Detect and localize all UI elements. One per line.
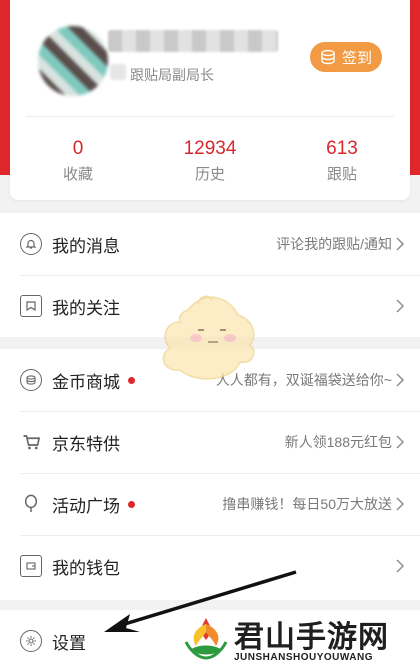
coin-stack-icon	[20, 369, 42, 391]
wallet-icon	[20, 555, 42, 577]
chevron-right-icon	[396, 559, 404, 573]
gear-icon	[20, 630, 42, 652]
divider	[26, 116, 394, 117]
coin-stack-icon	[321, 49, 335, 65]
menu-item-hint: 评论我的跟贴/通知	[276, 236, 392, 252]
avatar[interactable]	[38, 26, 108, 96]
watermark-logo-icon	[184, 618, 228, 660]
menu-item-events[interactable]: 活动广场 撸串赚钱！每日50万大放送	[0, 473, 420, 535]
mascot-illustration	[162, 295, 255, 380]
stat-value: 613	[326, 138, 358, 159]
menu-item-hint: 新人领188元红包	[284, 434, 392, 450]
stat-favorites[interactable]: 0 收藏	[18, 137, 138, 184]
menu-item-messages[interactable]: 我的消息 评论我的跟贴/通知	[0, 213, 420, 275]
watermark-subtitle: JUNSHANSHOUYOUWANG	[234, 652, 374, 663]
watermark-title: 君山手游网	[234, 620, 389, 655]
menu-item-label: 我的关注	[52, 298, 120, 318]
rank-badge-icon	[110, 64, 126, 80]
menu-item-jd[interactable]: 京东特供 新人领188元红包	[0, 411, 420, 473]
menu-item-label: 我的消息	[52, 236, 120, 256]
site-watermark: 君山手游网 JUNSHANSHOUYOUWANG	[176, 608, 420, 670]
menu-item-label: 活动广场	[52, 496, 120, 516]
chevron-right-icon	[396, 299, 404, 313]
notification-dot	[128, 376, 135, 384]
stat-history[interactable]: 12934 历史	[150, 137, 270, 184]
bookmark-flag-icon	[20, 295, 42, 317]
chevron-right-icon	[396, 237, 404, 251]
profile-card: 跟贴局副局长 签到 0 收藏 12934 历史 613 跟贴	[10, 0, 410, 200]
stat-label: 历史	[194, 166, 225, 183]
bell-icon	[20, 233, 42, 255]
stat-label: 跟贴	[326, 166, 357, 183]
notification-dot	[128, 500, 135, 508]
shopping-cart-icon	[20, 431, 42, 453]
menu-item-label: 金币商城	[52, 372, 120, 392]
user-title: 跟贴局副局长	[130, 67, 214, 83]
stat-value: 12934	[183, 138, 237, 159]
menu-item-label: 设置	[52, 633, 86, 653]
stat-label: 收藏	[62, 166, 93, 183]
checkin-label: 签到	[341, 49, 372, 67]
username-redacted	[108, 30, 278, 52]
balloon-icon	[20, 493, 42, 515]
stat-value: 0	[72, 138, 84, 159]
menu-item-label: 京东特供	[52, 434, 120, 454]
chevron-right-icon	[396, 435, 404, 449]
checkin-button[interactable]: 签到	[310, 42, 382, 72]
chevron-right-icon	[396, 497, 404, 511]
chevron-right-icon	[396, 373, 404, 387]
stat-comments[interactable]: 613 跟贴	[282, 137, 402, 184]
menu-item-hint: 撸串赚钱！每日50万大放送	[222, 496, 392, 512]
